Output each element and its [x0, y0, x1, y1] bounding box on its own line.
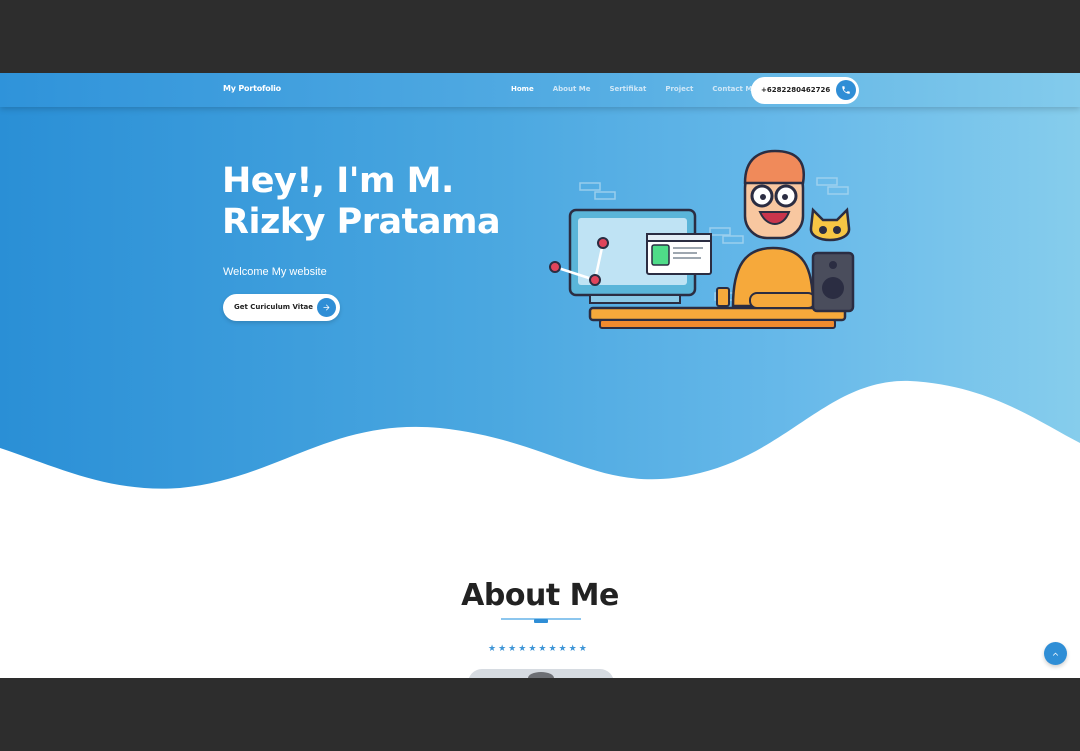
nav-menu: Home About Me Sertifikat Project Contact… — [511, 85, 776, 93]
star-icon: ★ — [528, 644, 537, 654]
nav-link-project[interactable]: Project — [665, 85, 693, 93]
cv-button-label: Get Curiculum Vitae — [234, 303, 314, 311]
star-rating: ★ ★ ★ ★ ★ ★ ★ ★ ★ ★ — [488, 644, 587, 654]
nav-link-sertifikat[interactable]: Sertifikat — [609, 85, 646, 93]
phone-contact-button[interactable]: +6282280462726 — [751, 77, 859, 104]
hero-wave — [0, 380, 1080, 503]
star-icon: ★ — [508, 644, 517, 654]
brand-logo[interactable]: My Portofolio — [223, 84, 281, 93]
hero-title-line1: Hey!, I'm M. — [222, 161, 454, 201]
hero-subtitle: Welcome My website — [223, 266, 327, 278]
about-profile-photo — [468, 669, 614, 678]
hero-title: Hey!, I'm M. Rizky Pratama — [222, 161, 522, 243]
star-icon: ★ — [548, 644, 557, 654]
browser-frame-top — [0, 0, 1080, 73]
arrow-right-icon — [317, 298, 336, 317]
star-icon: ★ — [568, 644, 577, 654]
about-section-title: About Me — [461, 578, 619, 613]
page-viewport: My Portofolio Home About Me Sertifikat P… — [0, 73, 1080, 678]
get-cv-button[interactable]: Get Curiculum Vitae — [223, 294, 340, 321]
about-divider-accent — [534, 619, 548, 623]
star-icon: ★ — [558, 644, 567, 654]
scroll-to-top-button[interactable] — [1044, 642, 1067, 665]
star-icon: ★ — [488, 644, 497, 654]
nav-link-about[interactable]: About Me — [553, 85, 591, 93]
developer-illustration — [549, 149, 855, 329]
star-icon: ★ — [538, 644, 547, 654]
top-navbar: My Portofolio Home About Me Sertifikat P… — [0, 73, 1080, 107]
star-icon: ★ — [518, 644, 527, 654]
hero-title-line2: Rizky Pratama — [222, 202, 501, 242]
chevron-up-icon — [1051, 644, 1060, 663]
browser-frame-bottom — [0, 678, 1080, 751]
star-icon: ★ — [498, 644, 507, 654]
phone-number: +6282280462726 — [761, 86, 831, 94]
phone-icon[interactable] — [836, 80, 856, 100]
nav-link-home[interactable]: Home — [511, 85, 534, 93]
star-icon: ★ — [578, 644, 587, 654]
